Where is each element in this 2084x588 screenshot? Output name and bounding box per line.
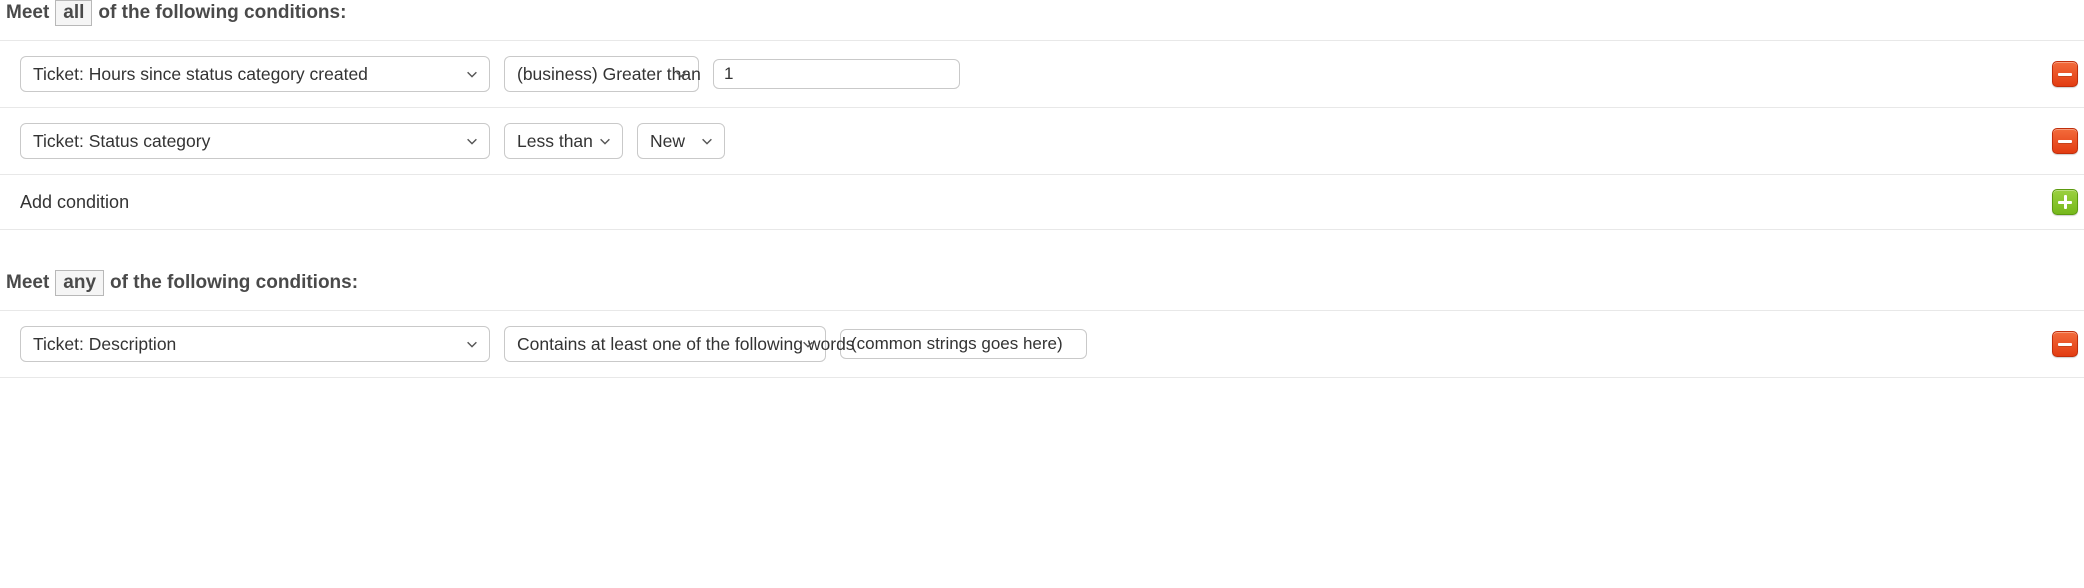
condition-field-value: Ticket: Description: [33, 334, 176, 355]
chevron-down-icon: [465, 337, 479, 351]
conditions-any-heading: Meet any of the following conditions:: [0, 270, 2084, 310]
condition-row: Ticket: Description Contains at least on…: [0, 311, 2084, 378]
chevron-down-icon: [700, 134, 714, 148]
add-condition-label: Add condition: [20, 192, 129, 213]
heading-badge-all: all: [55, 0, 92, 26]
condition-operator-select[interactable]: Less than: [504, 123, 623, 159]
condition-field-select[interactable]: Ticket: Description: [20, 326, 490, 362]
heading-prefix: Meet: [6, 2, 49, 24]
condition-operator-value: Contains at least one of the following w…: [517, 334, 855, 355]
condition-operator-value: (business) Greater than: [517, 64, 701, 85]
condition-row: Ticket: Hours since status category crea…: [0, 41, 2084, 108]
heading-suffix: of the following conditions:: [98, 2, 346, 24]
chevron-down-icon: [598, 134, 612, 148]
condition-field-value: Ticket: Hours since status category crea…: [33, 64, 368, 85]
remove-condition-button[interactable]: [2052, 61, 2078, 87]
condition-value: New: [650, 131, 685, 152]
minus-icon: [2058, 140, 2072, 143]
conditions-any-rows: Ticket: Description Contains at least on…: [0, 310, 2084, 378]
conditions-all-heading: Meet all of the following conditions:: [0, 0, 2084, 40]
condition-operator-value: Less than: [517, 131, 593, 152]
condition-value-input[interactable]: [713, 59, 960, 89]
chevron-down-icon: [465, 134, 479, 148]
heading-suffix: of the following conditions:: [110, 272, 358, 294]
remove-condition-button[interactable]: [2052, 331, 2078, 357]
condition-field-select[interactable]: Ticket: Status category: [20, 123, 490, 159]
condition-operator-select[interactable]: Contains at least one of the following w…: [504, 326, 826, 362]
add-condition-button[interactable]: [2052, 189, 2078, 215]
chevron-down-icon: [465, 67, 479, 81]
heading-prefix: Meet: [6, 272, 49, 294]
minus-icon: [2058, 73, 2072, 76]
plus-icon: [2064, 195, 2067, 209]
minus-icon: [2058, 343, 2072, 346]
condition-value-input[interactable]: [840, 329, 1087, 359]
heading-badge-any: any: [55, 270, 104, 296]
condition-row: Ticket: Status category Less than New: [0, 108, 2084, 175]
condition-field-value: Ticket: Status category: [33, 131, 210, 152]
conditions-all-rows: Ticket: Hours since status category crea…: [0, 40, 2084, 230]
add-condition-row: Add condition: [0, 175, 2084, 230]
condition-operator-select[interactable]: (business) Greater than: [504, 56, 699, 92]
remove-condition-button[interactable]: [2052, 128, 2078, 154]
condition-value-select[interactable]: New: [637, 123, 725, 159]
condition-field-select[interactable]: Ticket: Hours since status category crea…: [20, 56, 490, 92]
